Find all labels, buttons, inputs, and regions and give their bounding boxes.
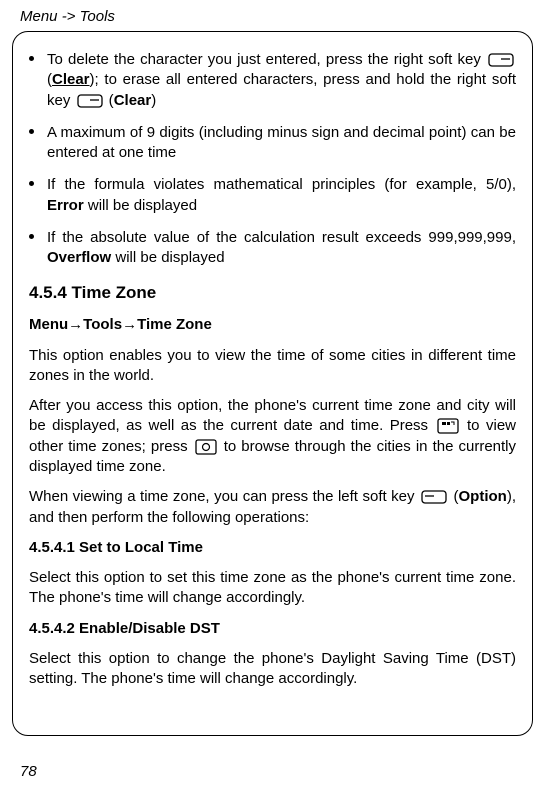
crumb: Tools <box>83 316 122 333</box>
subsection-heading: 4.5.4.1 Set to Local Time <box>29 538 516 558</box>
menu-path: Menu→Tools→Time Zone <box>29 315 516 335</box>
nav-key-icon <box>195 437 217 457</box>
bullet-icon <box>29 234 34 239</box>
bullet-list: To delete the character you just entered… <box>29 50 516 268</box>
text: ( <box>449 488 459 505</box>
subsection-heading: 4.5.4.2 Enable/Disable DST <box>29 619 516 639</box>
paragraph: After you access this option, the phone'… <box>29 396 516 477</box>
clear-label: Clear <box>114 92 152 109</box>
text: If the absolute value of the calculation… <box>47 229 516 246</box>
content-frame: To delete the character you just entered… <box>12 31 533 736</box>
option-label: Option <box>459 488 507 505</box>
crumb: Time Zone <box>137 316 212 333</box>
text: When viewing a time zone, you can press … <box>29 488 419 505</box>
overflow-label: Overflow <box>47 249 111 266</box>
list-item: If the absolute value of the calculation… <box>29 228 516 269</box>
text: To delete the character you just entered… <box>47 51 486 68</box>
section-heading: 4.5.4 Time Zone <box>29 282 516 305</box>
bullet-icon <box>29 129 34 134</box>
paragraph: This option enables you to view the time… <box>29 346 516 387</box>
list-item: A maximum of 9 digits (including minus s… <box>29 123 516 164</box>
bullet-icon <box>29 56 34 61</box>
text: A maximum of 9 digits (including minus s… <box>47 124 516 161</box>
bullet-icon <box>29 181 34 186</box>
page-number: 78 <box>20 763 37 780</box>
list-item: If the formula violates mathematical pri… <box>29 175 516 216</box>
paragraph: Select this option to set this time zone… <box>29 568 516 609</box>
left-softkey-icon <box>421 487 447 507</box>
right-softkey-icon <box>488 50 514 70</box>
text: If the formula violates mathematical pri… <box>47 176 516 193</box>
error-label: Error <box>47 197 84 214</box>
clear-label: Clear <box>52 71 90 88</box>
arrow-icon: → <box>122 316 137 333</box>
right-softkey-icon <box>77 91 103 111</box>
arrow-icon: → <box>68 316 83 333</box>
text: will be displayed <box>111 249 224 266</box>
paragraph: When viewing a time zone, you can press … <box>29 487 516 528</box>
ok-key-icon <box>437 416 459 436</box>
text: ( <box>105 92 114 109</box>
list-item: To delete the character you just entered… <box>29 50 516 111</box>
crumb: Menu <box>29 316 68 333</box>
paragraph: Select this option to change the phone's… <box>29 649 516 690</box>
text: ) <box>151 92 156 109</box>
breadcrumb-header: Menu -> Tools <box>0 0 545 31</box>
text: will be displayed <box>84 197 197 214</box>
